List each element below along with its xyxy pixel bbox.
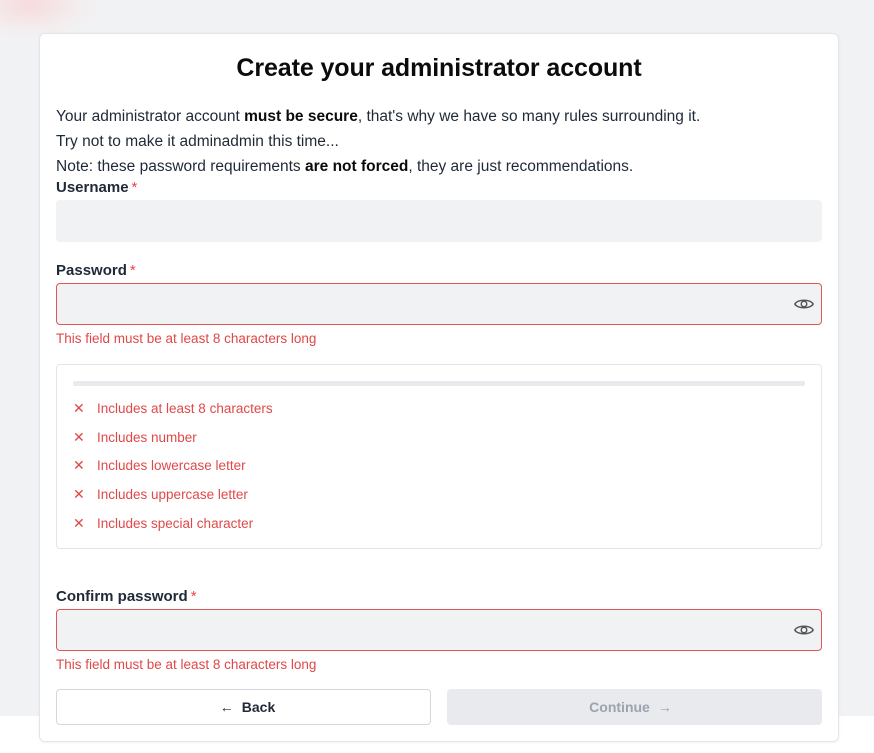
intro-line: Try not to make it adminadmin this time.… — [56, 133, 339, 150]
setup-card: Create your administrator account Your a… — [39, 33, 839, 742]
username-label: Username * — [56, 179, 138, 196]
x-icon: ✕ — [73, 486, 85, 502]
confirm-password-label: Confirm password * — [56, 588, 197, 605]
intro-line: Your administrator account must be secur… — [56, 108, 701, 125]
requirement-item: ✕ Includes uppercase letter — [73, 486, 248, 502]
eye-icon[interactable] — [793, 620, 815, 640]
back-button[interactable]: ← Back — [56, 689, 431, 725]
x-icon: ✕ — [73, 457, 85, 473]
eye-icon[interactable] — [793, 294, 815, 314]
requirement-item: ✕ Includes number — [73, 429, 197, 445]
password-requirements: ✕ Includes at least 8 characters ✕ Include… — [56, 364, 822, 549]
required-marker: * — [190, 588, 197, 605]
password-error: This field must be at least 8 characters… — [56, 331, 317, 346]
x-icon: ✕ — [73, 400, 85, 416]
continue-button[interactable]: Continue → — [447, 689, 822, 725]
intro-text: Your administrator account must be secur… — [56, 104, 826, 179]
confirm-password-input[interactable] — [56, 609, 822, 651]
requirement-item: ✕ Includes special character — [73, 515, 254, 531]
intro-line: Note: these password requirements are no… — [56, 158, 634, 175]
required-marker: * — [129, 262, 136, 279]
x-icon: ✕ — [73, 515, 85, 531]
page-title: Create your administrator account — [236, 54, 642, 82]
confirm-password-error: This field must be at least 8 characters… — [56, 657, 317, 672]
required-marker: * — [131, 179, 138, 196]
password-input[interactable] — [56, 283, 822, 325]
arrow-left-icon: ← — [219, 699, 234, 715]
requirement-item: ✕ Includes at least 8 characters — [73, 400, 273, 416]
password-label: Password * — [56, 262, 136, 279]
requirement-item: ✕ Includes lowercase letter — [73, 457, 246, 473]
x-icon: ✕ — [73, 429, 85, 445]
username-input[interactable] — [56, 200, 822, 242]
arrow-right-icon: → — [657, 699, 672, 715]
password-strength-bar — [73, 381, 805, 386]
